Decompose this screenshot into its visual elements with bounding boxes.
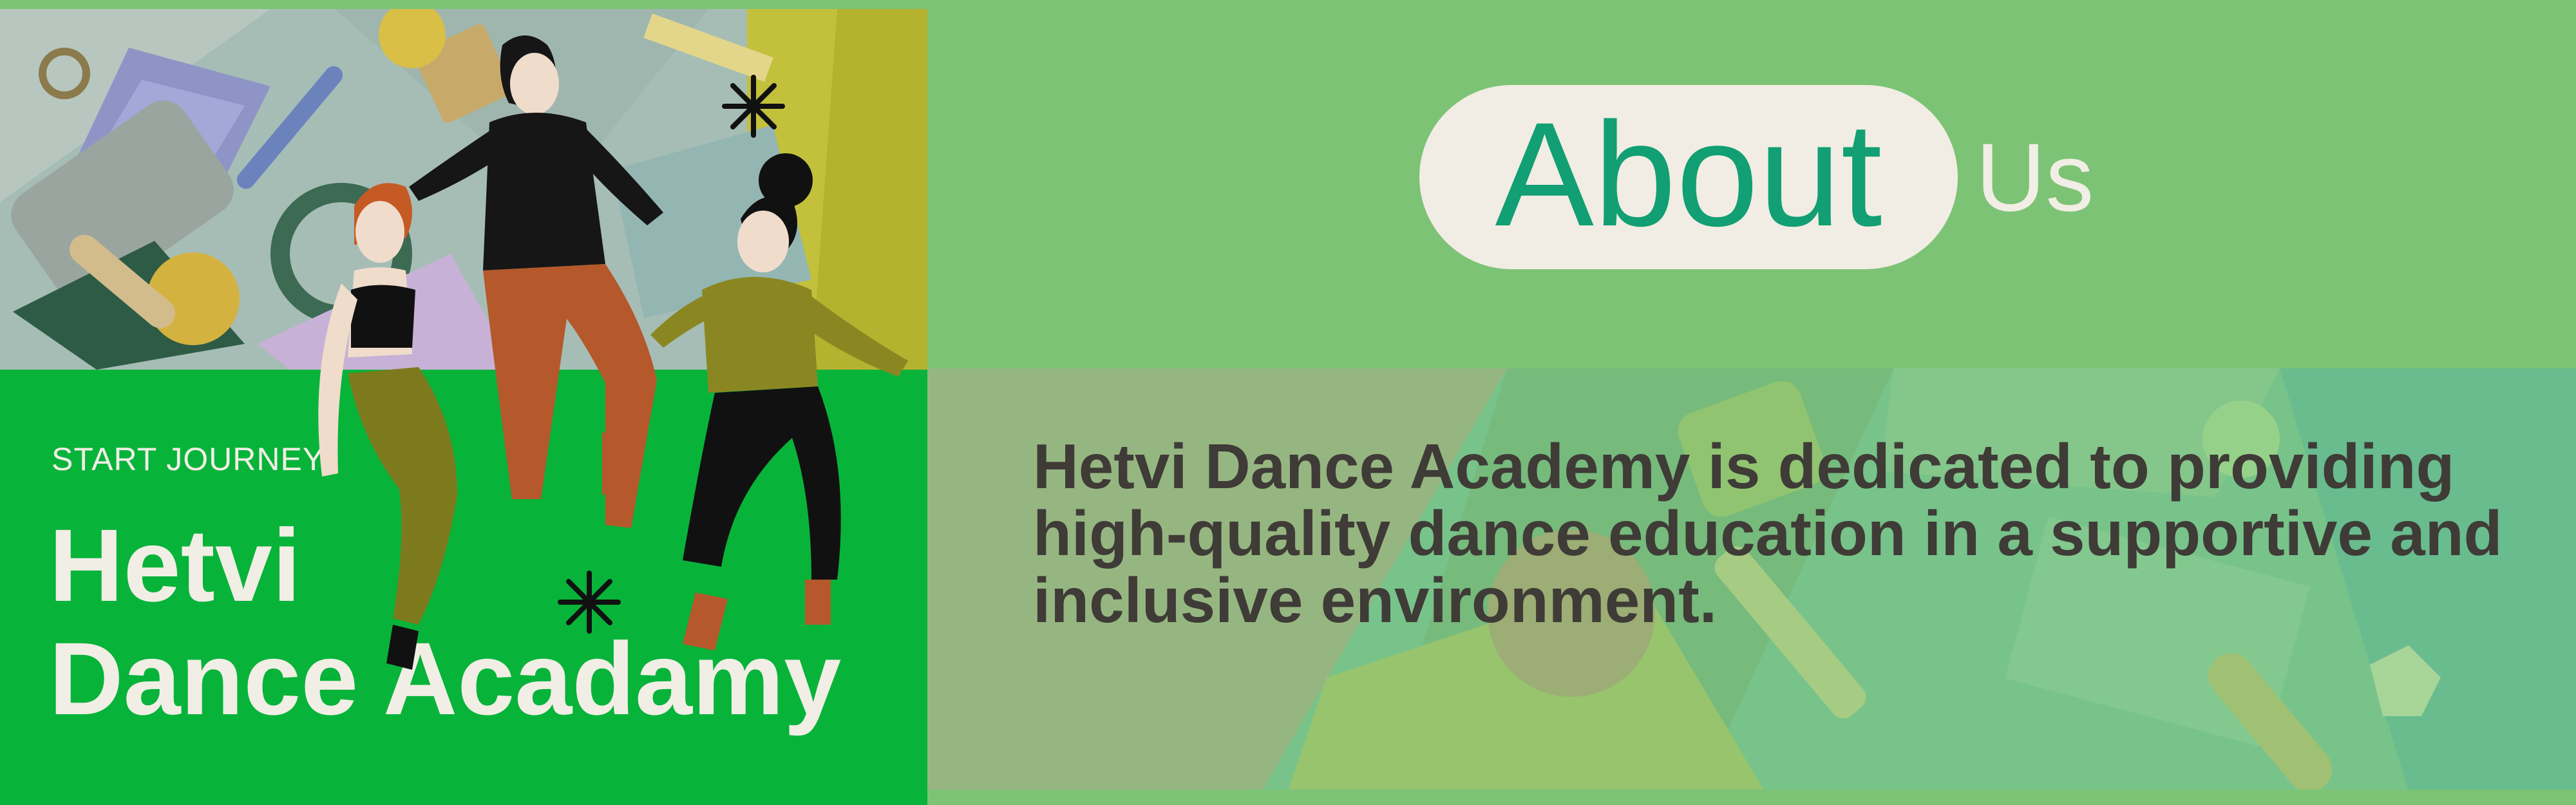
about-pill: About — [1419, 85, 1958, 269]
about-pill-text: About — [1495, 91, 1882, 257]
sparkle-star-icon — [722, 75, 785, 138]
about-us-suffix: Us — [1976, 123, 2094, 231]
dancer-left — [318, 183, 457, 670]
about-description: Hetvi Dance Academy is dedicated to prov… — [1033, 431, 2503, 636]
sparkle-star-icon — [558, 571, 621, 634]
dancers-illustration — [318, 35, 908, 670]
bottom-border-strip — [927, 790, 2576, 805]
top-border-strip — [0, 0, 2576, 9]
dancer-right — [650, 153, 908, 650]
